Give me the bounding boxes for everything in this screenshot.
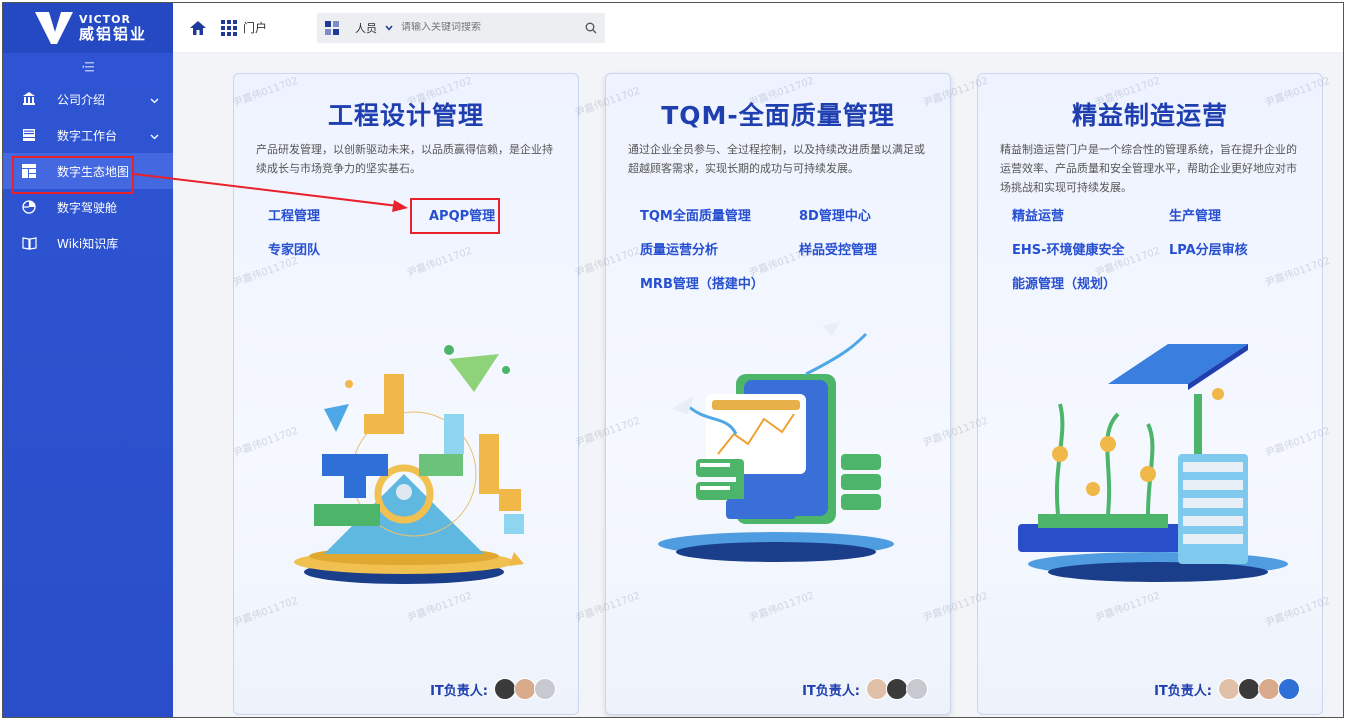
main-content: 工程设计管理 产品研发管理，以创新驱动未来，以品质赢得信赖，是企业持续成长与市场… — [173, 53, 1343, 717]
avatar[interactable] — [866, 678, 888, 700]
victor-logo-icon — [31, 8, 77, 48]
logo-en: VICTOR — [79, 13, 132, 26]
desk-icon — [21, 127, 37, 143]
card-description: 通过企业全员参与、全过程控制，以及持续改进质量以满足或超越顾客需求，实现长期的成… — [628, 143, 925, 175]
search-icon[interactable] — [577, 14, 605, 42]
sidebar-item-label: 数字工作台 — [57, 128, 118, 143]
avatar[interactable] — [1278, 678, 1300, 700]
link-lpa-audit[interactable]: LPA分层审核 — [1155, 242, 1298, 260]
sidebar-item-label: 数字生态地图 — [57, 164, 130, 179]
top-bar: 门户 人员 — [173, 3, 1343, 53]
apps-grid-icon[interactable] — [221, 19, 237, 36]
owner-label: IT负责人: — [1154, 683, 1212, 699]
sidebar-item-cockpit[interactable]: 数字驾驶舱 — [3, 189, 173, 225]
avatar[interactable] — [1218, 678, 1240, 700]
search-bar: 人员 — [317, 12, 606, 43]
avatar[interactable] — [534, 678, 556, 700]
avatar[interactable] — [514, 678, 536, 700]
search-scope-select[interactable]: 人员 — [347, 20, 401, 36]
sidebar-item-label: 公司介绍 — [57, 92, 106, 107]
avatar[interactable] — [494, 678, 516, 700]
link-production-mgmt[interactable]: 生产管理 — [1155, 208, 1298, 226]
layout-icon — [21, 163, 37, 179]
link-energy-mgmt[interactable]: 能源管理（规划） — [1012, 276, 1155, 294]
card-tqm: TQM-全面质量管理 通过企业全员参与、全过程控制，以及持续改进质量以满足或超越… — [605, 73, 951, 715]
search-scope-label: 人员 — [355, 21, 378, 35]
sidebar-item-workbench[interactable]: 数字工作台 — [3, 117, 173, 153]
link-apqp-mgmt[interactable]: APQP管理 — [411, 208, 554, 226]
sidebar-item-eco-map[interactable]: 数字生态地图 — [3, 153, 173, 189]
card-title: 精益制造运营 — [1071, 101, 1228, 130]
chevron-down-icon — [150, 129, 159, 143]
link-tqm[interactable]: TQM全面质量管理 — [640, 208, 783, 226]
sidebar-item-wiki[interactable]: Wiki知识库 — [3, 225, 173, 261]
owner-label: IT负责人: — [802, 683, 860, 699]
tqm-illustration — [626, 314, 932, 614]
sidebar-item-label: Wiki知识库 — [57, 236, 119, 251]
logo[interactable]: VICTOR 威铝铝业 — [3, 3, 173, 53]
it-owner: IT负责人: — [1154, 678, 1300, 700]
dashboard-icon — [21, 199, 37, 215]
link-8d-center[interactable]: 8D管理中心 — [783, 208, 926, 226]
card-links: TQM全面质量管理 8D管理中心 质量运营分析 样品受控管理 MRB管理（搭建中… — [606, 208, 950, 294]
card-links: 工程管理 APQP管理 专家团队 — [234, 208, 578, 260]
card-lean-manufacturing: 精益制造运营 精益制造运营门户是一个综合性的管理系统，旨在提升企业的运营效率、产… — [977, 73, 1323, 715]
search-type-icon[interactable] — [317, 13, 347, 43]
it-owner: IT负责人: — [430, 678, 556, 700]
card-description: 精益制造运营门户是一个综合性的管理系统，旨在提升企业的运营效率、产品质量和安全管… — [1000, 143, 1297, 194]
card-title: TQM-全面质量管理 — [661, 101, 895, 130]
avatar[interactable] — [906, 678, 928, 700]
link-sample-control[interactable]: 样品受控管理 — [783, 242, 926, 260]
link-quality-analysis[interactable]: 质量运营分析 — [640, 242, 783, 260]
collapse-menu-icon[interactable] — [3, 53, 173, 81]
avatar[interactable] — [886, 678, 908, 700]
engineering-illustration — [254, 314, 560, 614]
link-lean-ops[interactable]: 精益运营 — [1012, 208, 1155, 226]
chevron-down-icon — [150, 93, 159, 107]
it-owner: IT负责人: — [802, 678, 928, 700]
link-engineering-mgmt[interactable]: 工程管理 — [268, 208, 411, 226]
owner-label: IT负责人: — [430, 683, 488, 699]
sidebar-item-label: 数字驾驶舱 — [57, 200, 118, 215]
search-input[interactable] — [401, 22, 578, 33]
avatar[interactable] — [1258, 678, 1280, 700]
lean-manufacturing-illustration — [998, 314, 1304, 614]
link-mrb-mgmt[interactable]: MRB管理（搭建中） — [640, 276, 783, 294]
card-title: 工程设计管理 — [327, 101, 484, 130]
portal-label[interactable]: 门户 — [243, 19, 267, 36]
sidebar: VICTOR 威铝铝业 公司介绍 数字工作台 数字生态地图 数字驾驶舱 Wiki… — [3, 3, 173, 717]
sidebar-item-company[interactable]: 公司介绍 — [3, 81, 173, 117]
avatar[interactable] — [1238, 678, 1260, 700]
card-engineering-design: 工程设计管理 产品研发管理，以创新驱动未来，以品质赢得信赖，是企业持续成长与市场… — [233, 73, 579, 715]
home-icon[interactable] — [189, 19, 207, 37]
link-ehs[interactable]: EHS-环境健康安全 — [1012, 242, 1155, 260]
card-links: 精益运营 生产管理 EHS-环境健康安全 LPA分层审核 能源管理（规划） — [978, 208, 1322, 294]
book-icon — [21, 235, 37, 251]
card-description: 产品研发管理，以创新驱动未来，以品质赢得信赖，是企业持续成长与市场竞争力的坚实基… — [256, 143, 553, 175]
link-expert-team[interactable]: 专家团队 — [268, 242, 411, 260]
logo-cn: 威铝铝业 — [79, 25, 148, 43]
app-window: VICTOR 威铝铝业 公司介绍 数字工作台 数字生态地图 数字驾驶舱 Wiki… — [2, 2, 1344, 718]
chevron-down-icon — [385, 21, 393, 34]
building-icon — [21, 91, 37, 107]
